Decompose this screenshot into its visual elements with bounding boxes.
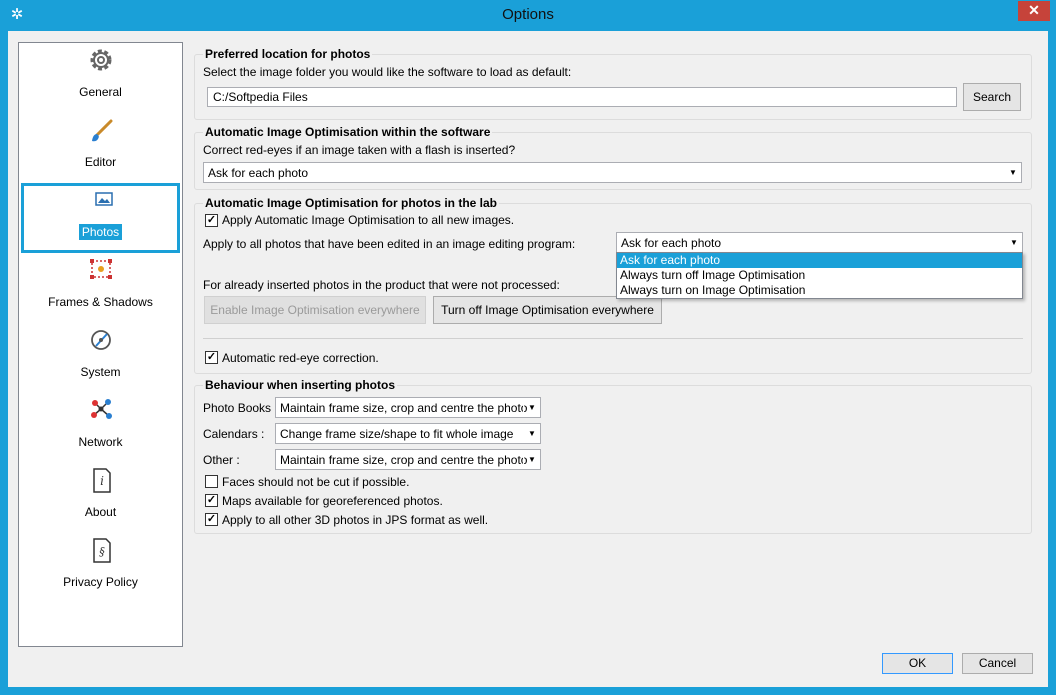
- redeye-correction-checkbox[interactable]: ✓: [205, 351, 218, 364]
- preferred-location-desc: Select the image folder you would like t…: [203, 65, 572, 79]
- group-auto-opt-software: Automatic Image Optimisation within the …: [194, 125, 1032, 190]
- other-select-value: Maintain frame size, crop and centre the…: [280, 453, 528, 467]
- sidebar-item-label: Photos: [24, 224, 177, 240]
- turn-off-optimisation-everywhere-button[interactable]: Turn off Image Optimisation everywhere: [433, 296, 662, 324]
- gear-icon: [90, 49, 112, 71]
- policy-icon: §: [93, 538, 111, 563]
- chevron-down-icon[interactable]: ▼: [523, 398, 540, 417]
- sidebar-item-general[interactable]: General: [21, 43, 180, 113]
- group-title: Automatic Image Optimisation within the …: [203, 125, 493, 139]
- calendars-select[interactable]: Change frame size/shape to fit whole ima…: [275, 423, 541, 444]
- maps-checkbox[interactable]: ✓: [205, 494, 218, 507]
- cancel-button[interactable]: Cancel: [962, 653, 1033, 674]
- sidebar-item-photos[interactable]: Photos: [21, 183, 180, 253]
- apply-edited-label: Apply to all photos that have been edite…: [203, 237, 576, 251]
- search-button[interactable]: Search: [963, 83, 1021, 111]
- enable-optimisation-everywhere-button[interactable]: Enable Image Optimisation everywhere: [204, 296, 426, 324]
- sidebar-item-label: Network: [78, 435, 123, 449]
- apply-new-images-label: Apply Automatic Image Optimisation to al…: [222, 213, 515, 227]
- sidebar-item-label: Editor: [84, 155, 117, 169]
- group-title: Behaviour when inserting photos: [203, 378, 398, 392]
- faces-checkbox[interactable]: [205, 475, 218, 488]
- photo-books-select[interactable]: Maintain frame size, crop and centre the…: [275, 397, 541, 418]
- redeye-select[interactable]: Ask for each photo ▼: [203, 162, 1022, 183]
- already-inserted-label: For already inserted photos in the produ…: [203, 278, 560, 292]
- network-icon: [91, 399, 112, 419]
- dropdown-option[interactable]: Always turn off Image Optimisation: [617, 268, 1022, 283]
- edited-photos-select-value: Ask for each photo: [621, 236, 722, 250]
- chevron-down-icon[interactable]: ▼: [1005, 233, 1022, 252]
- chevron-down-icon[interactable]: ▼: [1004, 163, 1021, 182]
- calendars-label: Calendars :: [203, 427, 265, 441]
- dropdown-option[interactable]: Always turn on Image Optimisation: [617, 283, 1022, 298]
- svg-text:§: §: [99, 545, 105, 558]
- sidebar-item-editor[interactable]: Editor: [21, 113, 180, 183]
- sidebar-item-label: Frames & Shadows: [48, 295, 153, 309]
- photo-folder-path-field[interactable]: C:/Softpedia Files: [207, 87, 957, 107]
- options-window: ✲ Options ✕ General Editor Photos Frames…: [0, 0, 1056, 695]
- sidebar-item-label: Privacy Policy: [63, 575, 138, 589]
- sidebar-item-about[interactable]: i About: [21, 463, 180, 533]
- group-behaviour: Behaviour when inserting photos Photo Bo…: [194, 378, 1032, 534]
- svg-text:i: i: [100, 474, 104, 488]
- chevron-down-icon[interactable]: ▼: [523, 450, 540, 469]
- info-icon: i: [93, 468, 111, 493]
- edited-photos-select[interactable]: Ask for each photo ▼: [616, 232, 1023, 253]
- group-title: Automatic Image Optimisation for photos …: [203, 196, 500, 210]
- redeye-correction-label: Automatic red-eye correction.: [222, 351, 379, 365]
- calendars-select-value: Change frame size/shape to fit whole ima…: [280, 427, 514, 441]
- sidebar-item-label: General: [79, 85, 122, 99]
- other-select[interactable]: Maintain frame size, crop and centre the…: [275, 449, 541, 470]
- window-title: Options: [502, 6, 554, 23]
- sidebar-item-label: System: [80, 365, 121, 379]
- close-button[interactable]: ✕: [1018, 1, 1050, 21]
- separator: [203, 338, 1023, 339]
- brush-icon: [92, 119, 113, 142]
- title-bar[interactable]: ✲ Options ✕: [0, 0, 1056, 31]
- sidebar-item-frames-shadows[interactable]: Frames & Shadows: [21, 253, 180, 323]
- dropdown-option[interactable]: Ask for each photo: [617, 253, 1022, 268]
- group-title: Preferred location for photos: [203, 47, 373, 61]
- sidebar-item-label: About: [84, 505, 117, 519]
- photo-books-label: Photo Books :: [203, 401, 278, 415]
- faces-label: Faces should not be cut if possible.: [222, 475, 410, 489]
- apply-new-images-checkbox[interactable]: ✓: [205, 214, 218, 227]
- jps-label: Apply to all other 3D photos in JPS form…: [222, 513, 489, 527]
- system-icon: [91, 330, 111, 350]
- sidebar-item-system[interactable]: System: [21, 323, 180, 393]
- client-area: General Editor Photos Frames & Shadows S…: [8, 31, 1048, 687]
- sidebar-item-network[interactable]: Network: [21, 393, 180, 463]
- jps-checkbox[interactable]: ✓: [205, 513, 218, 526]
- other-label: Other :: [203, 453, 240, 467]
- sidebar: General Editor Photos Frames & Shadows S…: [18, 42, 183, 647]
- maps-label: Maps available for georeferenced photos.: [222, 494, 443, 508]
- group-preferred-location: Preferred location for photos Select the…: [194, 47, 1032, 120]
- photo-books-select-value: Maintain frame size, crop and centre the…: [280, 401, 528, 415]
- edited-photos-dropdown-list: Ask for each photo Always turn off Image…: [616, 252, 1023, 299]
- redeye-question: Correct red-eyes if an image taken with …: [203, 143, 516, 157]
- ok-button[interactable]: OK: [882, 653, 953, 674]
- chevron-down-icon[interactable]: ▼: [523, 424, 540, 443]
- photo-icon: [95, 192, 113, 206]
- sidebar-item-privacy-policy[interactable]: § Privacy Policy: [21, 533, 180, 603]
- frame-icon: [90, 259, 112, 279]
- redeye-select-value: Ask for each photo: [208, 166, 309, 180]
